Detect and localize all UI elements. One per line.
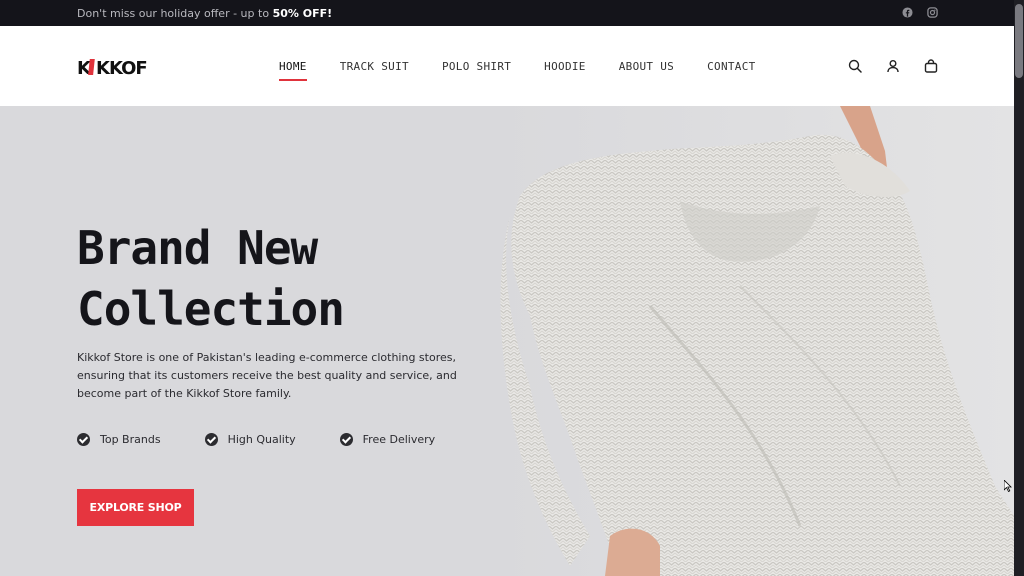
check-circle-icon xyxy=(339,433,353,446)
shopping-bag-icon[interactable] xyxy=(924,59,938,73)
explore-shop-button[interactable]: EXPLORE SHOP xyxy=(77,489,194,526)
feature-label: High Quality xyxy=(227,433,296,446)
check-circle-icon xyxy=(77,433,90,446)
announcement-bar: Don't miss our holiday offer - up to 50%… xyxy=(0,0,1014,26)
scrollbar-thumb[interactable] xyxy=(1015,4,1023,78)
hero-title: Brand New Collection xyxy=(77,218,345,340)
sweater-model-image xyxy=(500,106,1014,576)
check-circle-icon xyxy=(204,433,218,446)
feature-label: Top Brands xyxy=(100,433,161,446)
logo-wordmark: K KKOF xyxy=(77,58,148,77)
nav-home[interactable]: HOME xyxy=(279,60,307,81)
feature-item: High Quality xyxy=(204,433,296,446)
facebook-icon[interactable] xyxy=(902,7,913,18)
svg-text:KKOF: KKOF xyxy=(96,58,147,77)
feature-list: Top Brands High Quality Free Delivery xyxy=(77,433,479,446)
main-nav: HOME TRACK SUIT POLO SHIRT HOODIE ABOUT … xyxy=(279,60,789,81)
nav-hoodie[interactable]: HOODIE xyxy=(544,60,586,81)
site-header: K KKOF HOME TRACK SUIT POLO SHIRT HOODIE… xyxy=(0,26,1014,106)
user-icon[interactable] xyxy=(886,59,900,73)
instagram-icon[interactable] xyxy=(927,7,938,18)
kikkof-logo[interactable]: K KKOF xyxy=(77,57,167,77)
feature-label: Free Delivery xyxy=(362,433,436,446)
offer-highlight: 50% OFF! xyxy=(272,7,333,20)
search-icon[interactable] xyxy=(848,59,862,73)
nav-about-us[interactable]: ABOUT US xyxy=(619,60,674,81)
feature-item: Free Delivery xyxy=(339,433,436,446)
hero-title-line-1: Brand New xyxy=(77,221,318,275)
nav-polo-shirt[interactable]: POLO SHIRT xyxy=(442,60,511,81)
hero-title-line-2: Collection xyxy=(77,282,345,336)
mouse-pointer-icon xyxy=(1004,480,1012,492)
nav-contact[interactable]: CONTACT xyxy=(707,60,755,81)
page-scrollbar[interactable] xyxy=(1014,0,1024,576)
hero-banner: Brand New Collection Kikkof Store is one… xyxy=(0,106,1014,576)
holiday-offer-text: Don't miss our holiday offer - up to 50%… xyxy=(77,7,332,20)
feature-item: Top Brands xyxy=(77,433,161,446)
offer-prefix: Don't miss our holiday offer - up to xyxy=(77,7,273,20)
hero-description: Kikkof Store is one of Pakistan's leadin… xyxy=(77,351,457,400)
nav-track-suit[interactable]: TRACK SUIT xyxy=(340,60,409,81)
